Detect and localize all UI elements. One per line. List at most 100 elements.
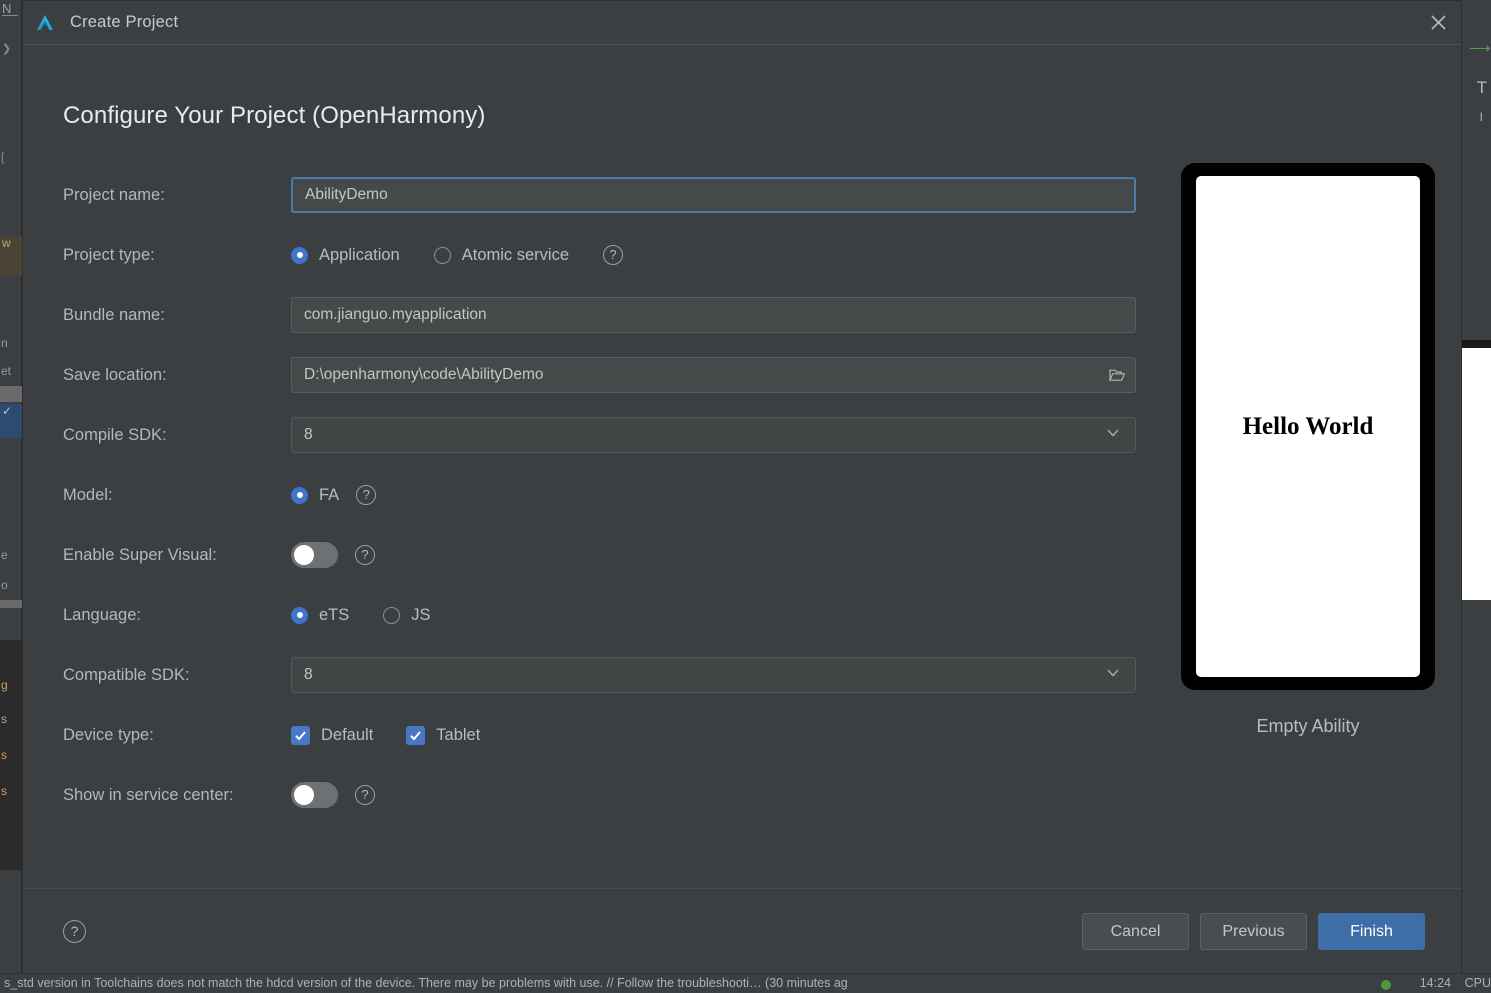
radio-option-application[interactable]: Application [291, 246, 400, 265]
label-show-in-service-center: Show in service center: [63, 785, 234, 804]
help-icon-project-type[interactable]: ? [603, 245, 624, 265]
footer-button-group: Cancel Previous Finish [1082, 913, 1425, 950]
dialog-body: Configure Your Project (OpenHarmony) Pro… [23, 45, 1461, 888]
compatible-sdk-value: 8 [304, 666, 313, 683]
help-icon-model[interactable]: ? [356, 485, 377, 505]
radio-option-atomic-service[interactable]: Atomic service [433, 246, 569, 265]
row-project-name: Project name: [63, 165, 1153, 225]
help-icon-footer[interactable]: ? [63, 920, 86, 943]
toggle-knob-super-visual [294, 545, 314, 565]
chevron-down-icon-compile-sdk[interactable] [1105, 425, 1121, 446]
previous-button[interactable]: Previous [1200, 913, 1307, 950]
background-cursor-icon: ⟶ [1469, 40, 1491, 57]
compatible-sdk-select[interactable]: 8 [291, 657, 1136, 693]
checkbox-icon-default[interactable] [291, 725, 310, 745]
preview-caption: Empty Ability [1256, 716, 1360, 736]
toggle-enable-super-visual[interactable] [291, 542, 338, 568]
phone-frame: Hello World [1181, 163, 1435, 690]
background-bracket: [ [1, 150, 5, 164]
radio-option-fa[interactable]: FA [291, 486, 339, 505]
label-project-type: Project type: [63, 245, 155, 264]
ide-status-bar: s_std version in Toolchains does not mat… [0, 973, 1491, 993]
preview-screen-text: Hello World [1242, 412, 1374, 440]
label-bundle-name: Bundle name: [63, 305, 165, 324]
background-text-et: et [1, 364, 12, 378]
finish-button[interactable]: Finish [1318, 913, 1425, 950]
background-highlight-row-blue: ✓ [0, 404, 22, 438]
radio-icon-atomic-service[interactable] [433, 246, 451, 264]
page-title: Configure Your Project (OpenHarmony) [63, 102, 486, 129]
dialog-title: Create Project [70, 13, 179, 31]
background-right-top [1461, 0, 1491, 38]
label-project-name: Project name: [63, 185, 165, 204]
row-compile-sdk: Compile SDK: 8 [63, 405, 1153, 465]
project-config-form: Project name: Project type: Application [63, 165, 1153, 825]
close-icon[interactable] [1415, 1, 1461, 44]
background-text-i: I [1479, 110, 1483, 124]
dialog-titlebar: Create Project [23, 1, 1461, 45]
phone-screen: Hello World [1196, 176, 1420, 677]
background-chevron-icon: ❯ [2, 43, 12, 55]
background-text-t: T [1476, 78, 1487, 97]
radio-icon-ets[interactable] [291, 606, 308, 624]
row-enable-super-visual: Enable Super Visual: ? [63, 525, 1153, 585]
checkbox-label-default: Default [321, 725, 374, 744]
project-name-input[interactable] [291, 177, 1136, 213]
compile-sdk-select[interactable]: 8 [291, 417, 1136, 453]
background-ide-left-strip: N ❯ [ w n et ✓ e o g s s s [0, 0, 22, 993]
cancel-button[interactable]: Cancel [1082, 913, 1189, 950]
chevron-down-icon-compatible-sdk[interactable] [1105, 665, 1121, 686]
toggle-knob-service-center [294, 785, 314, 805]
status-indicator-icon [1381, 980, 1391, 990]
radio-option-js[interactable]: JS [383, 605, 431, 625]
project-type-radio-group: Application Atomic service [291, 246, 603, 265]
background-row-grey [0, 386, 22, 402]
save-location-input[interactable] [291, 357, 1136, 393]
label-compile-sdk: Compile SDK: [63, 425, 167, 444]
row-language: Language: eTS JS [63, 585, 1153, 645]
radio-label-fa: FA [319, 485, 340, 504]
dialog-footer: ? Cancel Previous Finish [23, 888, 1461, 974]
folder-open-icon[interactable] [1107, 365, 1127, 385]
label-compatible-sdk: Compatible SDK: [63, 665, 190, 684]
row-project-type: Project type: Application Atomic service [63, 225, 1153, 285]
radio-label-ets: eTS [319, 605, 350, 624]
radio-icon-application[interactable] [291, 246, 308, 264]
checkbox-label-tablet: Tablet [436, 725, 481, 744]
background-right-panel [1461, 132, 1491, 344]
compile-sdk-value: 8 [304, 426, 313, 443]
template-preview: Hello World Empty Ability [1173, 163, 1443, 737]
background-text-o: o [1, 578, 8, 592]
status-time: 14:24 [1419, 976, 1451, 990]
label-language: Language: [63, 605, 141, 624]
help-icon-enable-super-visual[interactable]: ? [355, 545, 375, 565]
background-text-s3: s [1, 784, 7, 798]
background-text-s1: s [1, 712, 7, 726]
radio-option-ets[interactable]: eTS [291, 606, 349, 625]
devEco-studio-logo-icon [34, 12, 56, 34]
screen-root: N ❯ [ w n et ✓ e o g s s s ⟶ T I dr [0, 0, 1491, 993]
background-ide-right-strip: ⟶ T I dr [1461, 0, 1491, 993]
row-bundle-name: Bundle name: [63, 285, 1153, 345]
background-text-g: g [1, 678, 8, 692]
help-icon-show-in-service-center[interactable]: ? [355, 785, 375, 805]
background-right-lower [1461, 600, 1491, 975]
checkbox-option-default[interactable]: Default [291, 725, 374, 745]
model-radio-group: FA [291, 486, 339, 505]
radio-label-js: JS [411, 605, 431, 624]
toggle-show-in-service-center[interactable] [291, 782, 338, 808]
checkbox-option-tablet[interactable]: Tablet [406, 725, 481, 745]
bundle-name-input[interactable] [291, 297, 1136, 333]
background-right-white-panel: dr [1461, 348, 1491, 934]
create-project-dialog: Create Project Configure Your Project (O… [22, 0, 1462, 975]
radio-icon-js[interactable] [383, 606, 401, 624]
row-device-type: Device type: Default Tablet [63, 705, 1153, 765]
label-model: Model: [63, 485, 113, 504]
label-save-location: Save location: [63, 365, 167, 384]
checkbox-icon-tablet[interactable] [406, 725, 426, 745]
device-type-checkbox-group: Default Tablet [291, 725, 513, 745]
background-text-e: e [1, 548, 8, 562]
background-text-n: n [1, 336, 8, 350]
radio-icon-fa[interactable] [291, 486, 308, 504]
status-cpu-label: CPU [1464, 976, 1491, 990]
